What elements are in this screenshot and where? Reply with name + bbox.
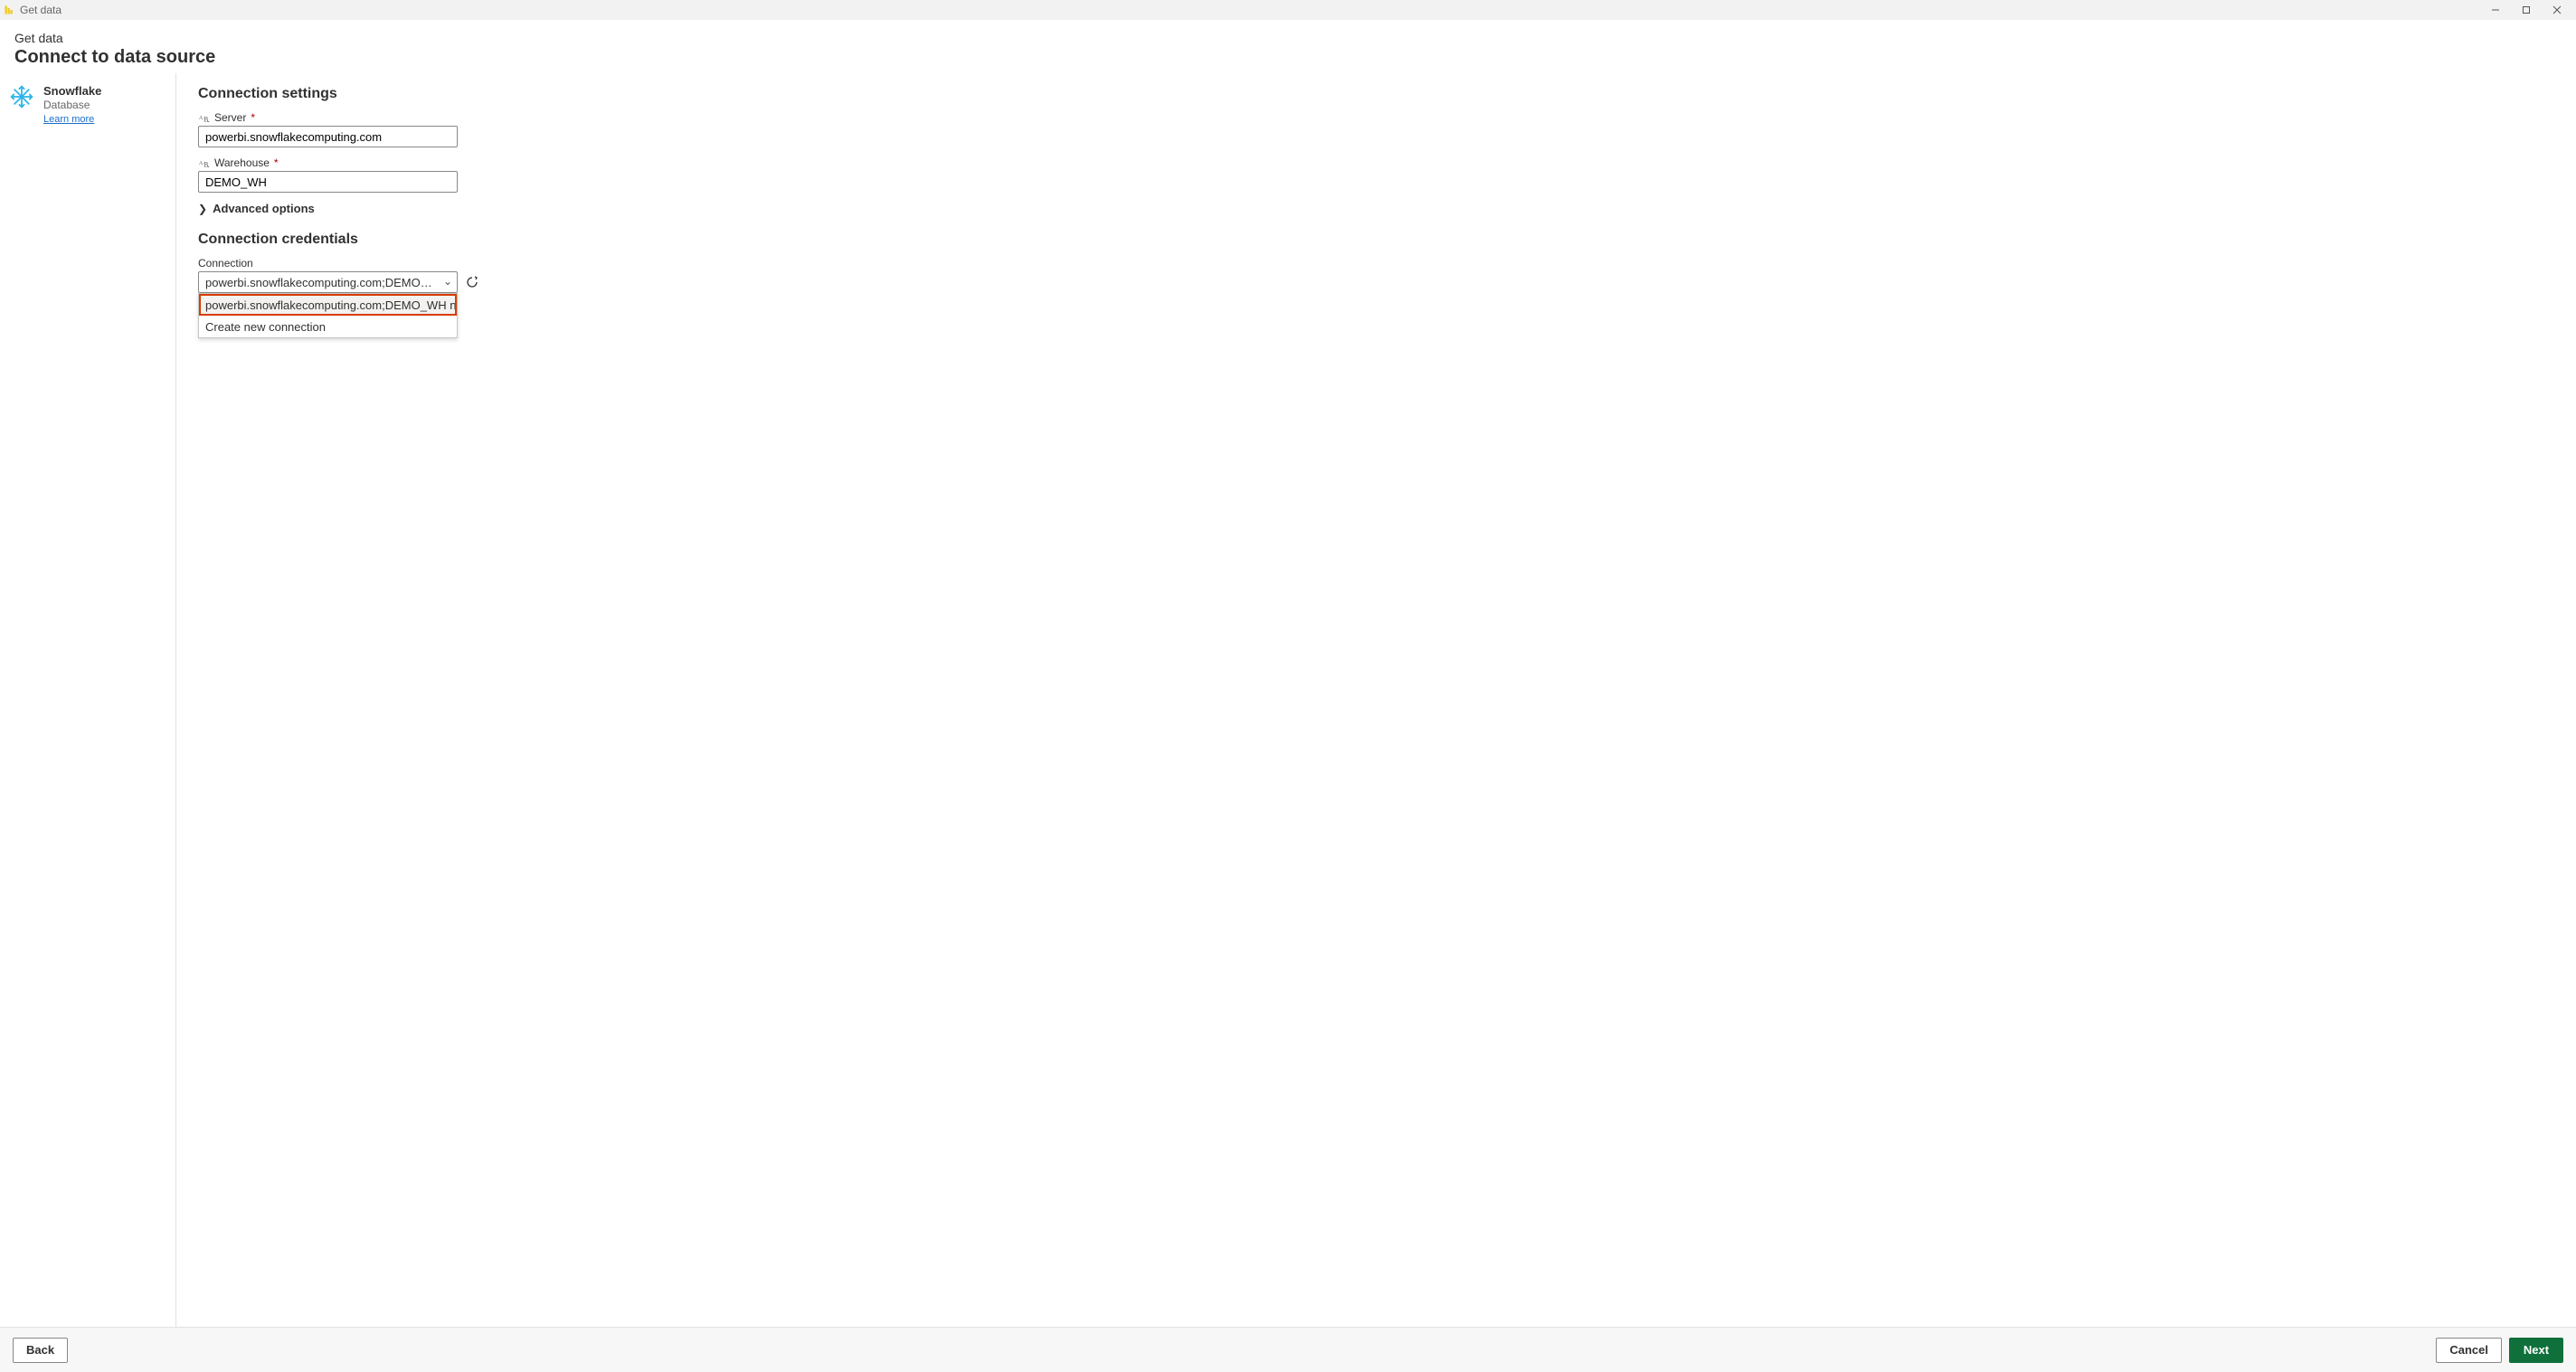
minimize-icon [2491, 5, 2500, 14]
minimize-button[interactable] [2480, 0, 2511, 20]
sidebar: Snowflake Database Learn more [0, 73, 175, 1327]
snowflake-icon [9, 84, 34, 109]
connection-option-create-new[interactable]: Create new connection [199, 316, 457, 337]
page-title: Connect to data source [14, 47, 2562, 68]
text-type-icon: A B [198, 156, 211, 169]
connection-credentials-heading: Connection credentials [198, 232, 2554, 248]
advanced-options-toggle[interactable]: ❯ Advanced options [198, 202, 2554, 215]
page-header: Get data Connect to data source [0, 20, 2576, 73]
close-icon [2552, 5, 2562, 14]
chevron-right-icon: ❯ [198, 203, 207, 215]
next-button[interactable]: Next [2509, 1338, 2563, 1363]
app-icon [4, 5, 14, 15]
learn-more-link[interactable]: Learn more [43, 114, 94, 125]
titlebar-text: Get data [20, 4, 62, 16]
footer: Back Cancel Next [0, 1327, 2576, 1372]
refresh-icon[interactable] [465, 275, 479, 289]
server-label: Server [214, 111, 246, 124]
svg-text:B: B [204, 115, 208, 123]
warehouse-field: A B Warehouse * [198, 156, 2554, 193]
cancel-button[interactable]: Cancel [2436, 1338, 2502, 1363]
main-panel: Connection settings A B Server * [176, 73, 2576, 1327]
connector-name: Snowflake [43, 84, 101, 98]
warehouse-input[interactable] [198, 171, 458, 193]
close-button[interactable] [2542, 0, 2572, 20]
back-button[interactable]: Back [13, 1338, 68, 1363]
titlebar-left: Get data [4, 4, 62, 16]
connection-label: Connection [198, 257, 253, 270]
svg-text:A: A [199, 116, 204, 121]
required-mark: * [274, 156, 279, 169]
warehouse-label: Warehouse [214, 156, 270, 169]
connection-option-existing[interactable]: powerbi.snowflakecomputing.com;DEMO_WH n… [199, 294, 457, 316]
connection-dropdown: powerbi.snowflakecomputing.com;DEMO_WH n… [198, 293, 458, 338]
maximize-button[interactable] [2511, 0, 2542, 20]
connection-settings-heading: Connection settings [198, 86, 2554, 102]
connector-type: Database [43, 99, 101, 111]
content: Snowflake Database Learn more Connection… [0, 73, 2576, 1327]
maximize-icon [2522, 5, 2531, 14]
page-subtitle: Get data [14, 31, 2562, 45]
required-mark: * [251, 111, 255, 124]
titlebar: Get data [0, 0, 2576, 20]
connection-field: Connection powerbi.snowflakecomputing.co… [198, 257, 2554, 338]
connection-select[interactable]: powerbi.snowflakecomputing.com;DEMO_WH n… [198, 271, 458, 293]
server-field: A B Server * [198, 111, 2554, 147]
svg-text:A: A [199, 161, 204, 166]
server-input[interactable] [198, 126, 458, 147]
svg-text:B: B [204, 160, 208, 168]
get-data-window: Get data Get data Connect to data source [0, 0, 2576, 1372]
connection-selected-value: powerbi.snowflakecomputing.com;DEMO_WH n… [205, 276, 437, 289]
text-type-icon: A B [198, 111, 211, 124]
advanced-options-label: Advanced options [213, 202, 315, 215]
